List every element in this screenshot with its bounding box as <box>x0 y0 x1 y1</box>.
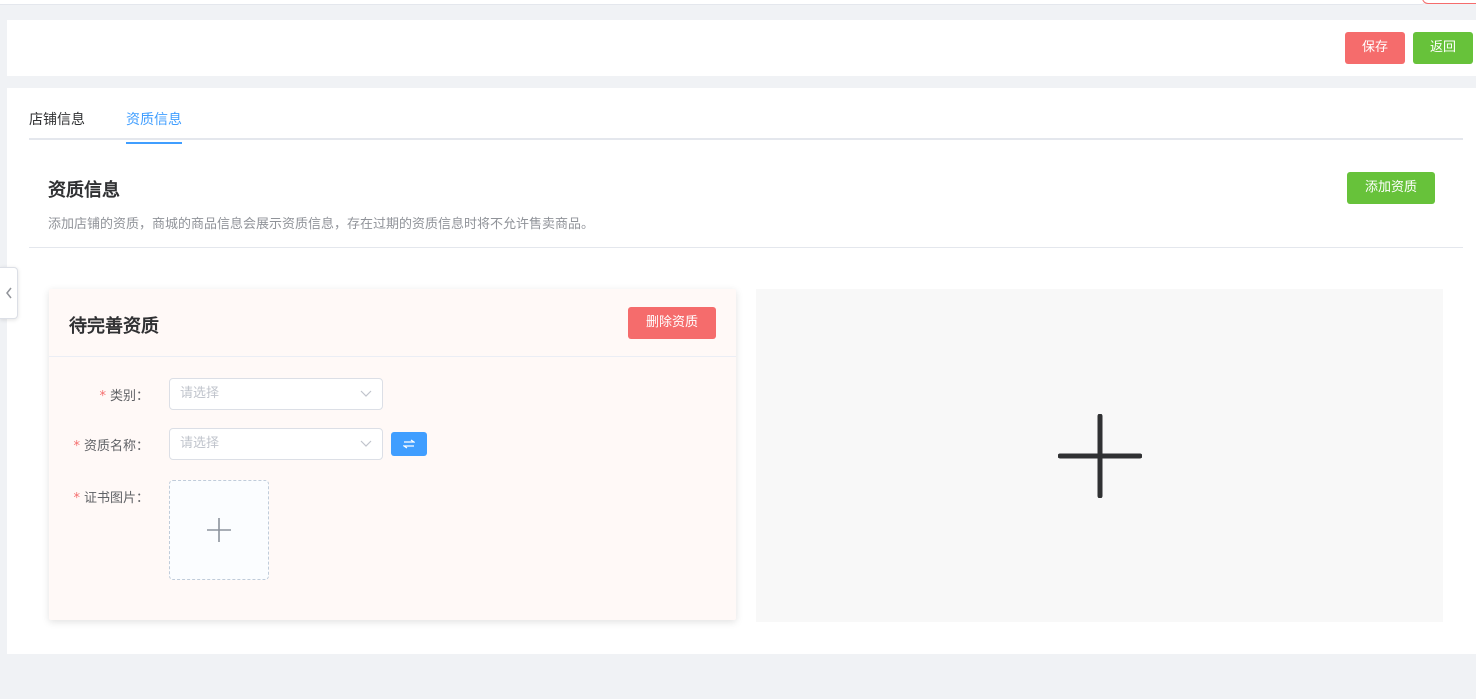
qualification-name-select[interactable]: 请选择 <box>169 428 383 460</box>
save-button[interactable]: 保存 <box>1345 32 1405 64</box>
required-mark: * <box>99 389 106 404</box>
back-button[interactable]: 返回 <box>1413 32 1473 64</box>
category-select[interactable]: 请选择 <box>169 378 383 410</box>
required-mark: * <box>73 491 80 506</box>
tab-store-info[interactable]: 店铺信息 <box>29 110 85 140</box>
card-divider <box>49 356 736 357</box>
top-bar-edge <box>0 0 1425 5</box>
add-qualification-panel[interactable] <box>756 289 1443 622</box>
tab-qualification-info[interactable]: 资质信息 <box>126 110 182 144</box>
plus-icon <box>1057 413 1142 498</box>
section-divider <box>29 247 1463 248</box>
top-bar-pill <box>1422 0 1476 4</box>
chevron-left-icon <box>5 287 12 299</box>
sidebar-toggle[interactable] <box>0 267 18 319</box>
required-mark: * <box>73 439 80 454</box>
card-title: 待完善资质 <box>69 316 159 337</box>
section-title: 资质信息 <box>48 180 120 201</box>
swap-icon <box>402 439 416 448</box>
tab-bar: 店铺信息 资质信息 <box>29 106 1463 144</box>
top-strip <box>0 0 1476 12</box>
certificate-upload[interactable] <box>169 480 269 580</box>
delete-qualification-button[interactable]: 删除资质 <box>628 307 716 339</box>
name-label: * 资质名称： <box>73 439 149 454</box>
section-description: 添加店铺的资质，商城的商品信息会展示资质信息，存在过期的资质信息时将不允许售卖商… <box>48 217 595 232</box>
qualification-card: 待完善资质 删除资质 * 类别： 请选择 * 资质名称： 请选择 * 证书图片： <box>49 289 736 620</box>
certificate-label: * 证书图片： <box>73 491 149 506</box>
toolbar-card: 保存 返回 <box>7 20 1476 76</box>
category-placeholder: 请选择 <box>180 386 220 401</box>
category-label: * 类别： <box>99 389 149 404</box>
chevron-down-icon <box>360 440 372 447</box>
swap-button[interactable] <box>391 432 427 456</box>
name-placeholder: 请选择 <box>180 436 220 451</box>
add-qualification-button[interactable]: 添加资质 <box>1347 172 1435 204</box>
chevron-down-icon <box>360 390 372 397</box>
plus-icon <box>207 518 231 542</box>
